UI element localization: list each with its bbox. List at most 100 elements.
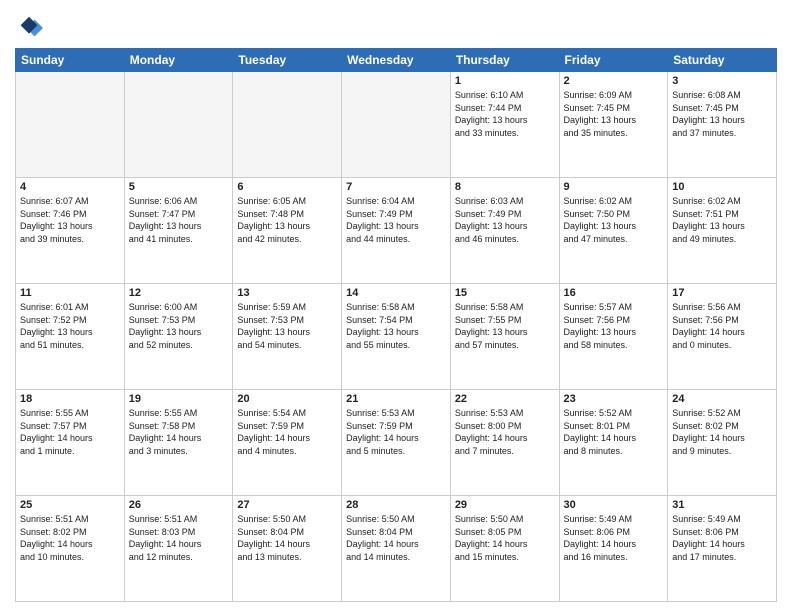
calendar-week-5: 25 Sunrise: 5:51 AM Sunset: 8:02 PM Dayli… [16, 496, 777, 602]
calendar-cell: 24Sunrise: 5:52 AM Sunset: 8:02 PM Dayli… [668, 390, 777, 496]
logo-icon [15, 14, 43, 42]
calendar-cell: 16Sunrise: 5:57 AM Sunset: 7:56 PM Dayli… [559, 284, 668, 390]
calendar-cell: 28 Sunrise: 5:50 AM Sunset: 8:04 PM Dayli… [342, 496, 451, 602]
calendar-cell: 14 Sunrise: 5:58 AM Sunset: 7:54 PM Dayli… [342, 284, 451, 390]
day-number: 9 [564, 181, 664, 193]
calendar: SundayMondayTuesdayWednesdayThursdayFrid… [15, 48, 777, 602]
day-number: 4 [20, 181, 120, 193]
day-number: 10 [672, 181, 772, 193]
weekday-header-wednesday: Wednesday [342, 49, 451, 72]
day-info: Sunrise: 5:58 AM Sunset: 7:54 PM Dayligh… [346, 301, 446, 351]
calendar-cell: 12 Sunrise: 6:00 AM Sunset: 7:53 PM Dayli… [124, 284, 233, 390]
calendar-cell: 31 Sunrise: 5:49 AM Sunset: 8:06 PM Dayli… [668, 496, 777, 602]
calendar-cell [233, 72, 342, 178]
day-number: 18 [20, 393, 120, 405]
calendar-week-3: 11 Sunrise: 6:01 AM Sunset: 7:52 PM Dayli… [16, 284, 777, 390]
day-number: 24 [672, 393, 772, 405]
weekday-header-sunday: Sunday [16, 49, 125, 72]
calendar-week-4: 18 Sunrise: 5:55 AM Sunset: 7:57 PM Dayli… [16, 390, 777, 496]
day-info: Sunrise: 5:58 AM Sunset: 7:55 PM Dayligh… [455, 301, 555, 351]
day-number: 16 [564, 287, 664, 299]
calendar-cell: 17 Sunrise: 5:56 AM Sunset: 7:56 PM Dayli… [668, 284, 777, 390]
header [15, 10, 777, 42]
calendar-cell [16, 72, 125, 178]
day-number: 17 [672, 287, 772, 299]
day-info: Sunrise: 5:50 AM Sunset: 8:04 PM Dayligh… [346, 513, 446, 563]
calendar-cell: 6 Sunrise: 6:05 AM Sunset: 7:48 PM Daylig… [233, 178, 342, 284]
calendar-cell: 2Sunrise: 6:09 AM Sunset: 7:45 PM Daylig… [559, 72, 668, 178]
day-number: 25 [20, 499, 120, 511]
day-info: Sunrise: 5:49 AM Sunset: 8:06 PM Dayligh… [672, 513, 772, 563]
day-number: 31 [672, 499, 772, 511]
calendar-cell: 8 Sunrise: 6:03 AM Sunset: 7:49 PM Daylig… [450, 178, 559, 284]
day-number: 21 [346, 393, 446, 405]
calendar-cell: 26Sunrise: 5:51 AM Sunset: 8:03 PM Dayli… [124, 496, 233, 602]
calendar-cell: 13 Sunrise: 5:59 AM Sunset: 7:53 PM Dayli… [233, 284, 342, 390]
day-info: Sunrise: 5:55 AM Sunset: 7:57 PM Dayligh… [20, 407, 120, 457]
day-info: Sunrise: 6:01 AM Sunset: 7:52 PM Dayligh… [20, 301, 120, 351]
day-number: 20 [237, 393, 337, 405]
weekday-header-thursday: Thursday [450, 49, 559, 72]
day-info: Sunrise: 5:55 AM Sunset: 7:58 PM Dayligh… [129, 407, 229, 457]
day-number: 23 [564, 393, 664, 405]
day-info: Sunrise: 6:02 AM Sunset: 7:51 PM Dayligh… [672, 195, 772, 245]
day-info: Sunrise: 6:05 AM Sunset: 7:48 PM Dayligh… [237, 195, 337, 245]
day-number: 28 [346, 499, 446, 511]
weekday-header-tuesday: Tuesday [233, 49, 342, 72]
day-number: 26 [129, 499, 229, 511]
calendar-cell: 4Sunrise: 6:07 AM Sunset: 7:46 PM Daylig… [16, 178, 125, 284]
calendar-cell: 20 Sunrise: 5:54 AM Sunset: 7:59 PM Dayli… [233, 390, 342, 496]
day-info: Sunrise: 6:06 AM Sunset: 7:47 PM Dayligh… [129, 195, 229, 245]
calendar-week-1: 1 Sunrise: 6:10 AM Sunset: 7:44 PM Daylig… [16, 72, 777, 178]
day-number: 11 [20, 287, 120, 299]
calendar-cell [342, 72, 451, 178]
weekday-header-monday: Monday [124, 49, 233, 72]
calendar-cell: 27 Sunrise: 5:50 AM Sunset: 8:04 PM Dayli… [233, 496, 342, 602]
day-info: Sunrise: 5:51 AM Sunset: 8:02 PM Dayligh… [20, 513, 120, 563]
day-number: 30 [564, 499, 664, 511]
day-info: Sunrise: 6:02 AM Sunset: 7:50 PM Dayligh… [564, 195, 664, 245]
calendar-cell: 7 Sunrise: 6:04 AM Sunset: 7:49 PM Daylig… [342, 178, 451, 284]
day-number: 8 [455, 181, 555, 193]
day-info: Sunrise: 5:52 AM Sunset: 8:01 PM Dayligh… [564, 407, 664, 457]
day-info: Sunrise: 5:50 AM Sunset: 8:05 PM Dayligh… [455, 513, 555, 563]
calendar-cell: 29Sunrise: 5:50 AM Sunset: 8:05 PM Dayli… [450, 496, 559, 602]
calendar-cell: 23 Sunrise: 5:52 AM Sunset: 8:01 PM Dayli… [559, 390, 668, 496]
day-info: Sunrise: 5:54 AM Sunset: 7:59 PM Dayligh… [237, 407, 337, 457]
day-info: Sunrise: 5:56 AM Sunset: 7:56 PM Dayligh… [672, 301, 772, 351]
day-info: Sunrise: 5:53 AM Sunset: 7:59 PM Dayligh… [346, 407, 446, 457]
calendar-cell: 9 Sunrise: 6:02 AM Sunset: 7:50 PM Daylig… [559, 178, 668, 284]
calendar-cell: 11 Sunrise: 6:01 AM Sunset: 7:52 PM Dayli… [16, 284, 125, 390]
day-info: Sunrise: 6:00 AM Sunset: 7:53 PM Dayligh… [129, 301, 229, 351]
calendar-cell: 5 Sunrise: 6:06 AM Sunset: 7:47 PM Daylig… [124, 178, 233, 284]
day-info: Sunrise: 6:03 AM Sunset: 7:49 PM Dayligh… [455, 195, 555, 245]
day-number: 22 [455, 393, 555, 405]
calendar-cell: 3 Sunrise: 6:08 AM Sunset: 7:45 PM Daylig… [668, 72, 777, 178]
weekday-header-friday: Friday [559, 49, 668, 72]
day-info: Sunrise: 6:10 AM Sunset: 7:44 PM Dayligh… [455, 89, 555, 139]
calendar-cell: 18 Sunrise: 5:55 AM Sunset: 7:57 PM Dayli… [16, 390, 125, 496]
day-number: 12 [129, 287, 229, 299]
page: SundayMondayTuesdayWednesdayThursdayFrid… [0, 0, 792, 612]
day-info: Sunrise: 5:50 AM Sunset: 8:04 PM Dayligh… [237, 513, 337, 563]
day-info: Sunrise: 6:08 AM Sunset: 7:45 PM Dayligh… [672, 89, 772, 139]
day-info: Sunrise: 5:59 AM Sunset: 7:53 PM Dayligh… [237, 301, 337, 351]
day-number: 15 [455, 287, 555, 299]
weekday-header-saturday: Saturday [668, 49, 777, 72]
day-number: 6 [237, 181, 337, 193]
day-number: 27 [237, 499, 337, 511]
day-number: 5 [129, 181, 229, 193]
calendar-cell: 19Sunrise: 5:55 AM Sunset: 7:58 PM Dayli… [124, 390, 233, 496]
calendar-cell: 21 Sunrise: 5:53 AM Sunset: 7:59 PM Dayli… [342, 390, 451, 496]
calendar-cell: 30Sunrise: 5:49 AM Sunset: 8:06 PM Dayli… [559, 496, 668, 602]
day-number: 7 [346, 181, 446, 193]
day-number: 13 [237, 287, 337, 299]
day-number: 1 [455, 75, 555, 87]
day-number: 3 [672, 75, 772, 87]
logo [15, 14, 47, 42]
day-number: 14 [346, 287, 446, 299]
calendar-cell: 25 Sunrise: 5:51 AM Sunset: 8:02 PM Dayli… [16, 496, 125, 602]
weekday-header-row: SundayMondayTuesdayWednesdayThursdayFrid… [16, 49, 777, 72]
day-number: 2 [564, 75, 664, 87]
day-info: Sunrise: 6:04 AM Sunset: 7:49 PM Dayligh… [346, 195, 446, 245]
